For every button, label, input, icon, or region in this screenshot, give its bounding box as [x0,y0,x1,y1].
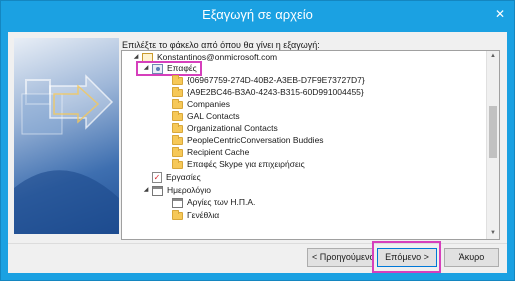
tree-item-birthdays[interactable]: Γενέθλια [172,209,220,221]
next-button-highlight [372,241,441,273]
tree-item-holidays[interactable]: Αργίες των Η.Π.Α. [172,197,255,208]
tree-item-tasks[interactable]: ✓ Εργασίες [152,172,201,184]
folder-icon [172,74,183,85]
calendar-icon [172,197,183,208]
tree-item-label: Εργασίες [166,172,201,182]
instruction-label: Επιλέξτε το φάκελο από όπου θα γίνει η ε… [122,40,320,50]
folder-icon [172,110,183,121]
tree-item-label: Recipient Cache [187,147,250,157]
tree-item-folder[interactable]: GAL Contacts [172,110,240,122]
folder-icon [172,98,183,109]
tree-item-folder[interactable]: PeopleCentricConversation Buddies [172,134,324,146]
tree-item-label: Organizational Contacts [187,123,278,133]
tree-item-label: GAL Contacts [187,111,240,121]
tree-item-label: Επαφές Skype για επιχειρήσεις [187,159,305,169]
wizard-graphic [14,38,119,234]
folder-icon [172,158,183,169]
dialog-body: Επιλέξτε το φάκελο από όπου θα γίνει η ε… [8,32,507,273]
close-icon: ✕ [494,7,506,21]
vertical-scrollbar[interactable]: ▲ ▼ [486,51,499,239]
tree-item-label: Companies [187,99,230,109]
folder-icon [172,209,183,220]
collapse-icon[interactable]: ◢ [142,185,150,196]
selection-highlight [136,61,202,76]
tree-item-folder[interactable]: Επαφές Skype για επιχειρήσεις [172,158,305,170]
scroll-up-icon[interactable]: ▲ [487,51,499,62]
tree-item-label: Ημερολόγιο [167,185,211,195]
tree-item-label: Γενέθλια [187,210,220,220]
export-dialog-window: Εξαγωγή σε αρχείο ✕ Επιλέξτε το φάκελο α… [0,0,515,281]
close-button[interactable]: ✕ [488,4,512,24]
title-bar[interactable]: Εξαγωγή σε αρχείο [1,1,514,32]
tree-item-folder[interactable]: Recipient Cache [172,146,250,158]
tree-item-label: {06967759-274D-40B2-A3EB-D7F9E73727D7} [187,75,365,85]
tree-item-folder[interactable]: {06967759-274D-40B2-A3EB-D7F9E73727D7} [172,74,365,86]
cancel-button[interactable]: Άκυρο [444,248,499,267]
folder-icon [172,146,183,157]
folder-icon [172,122,183,133]
tasks-icon: ✓ [152,172,162,184]
tree-item-folder[interactable]: Companies [172,98,230,110]
scroll-down-icon[interactable]: ▼ [487,228,499,239]
back-button[interactable]: < Προηγούμενο [307,248,373,267]
folder-icon [172,134,183,145]
tree-item-label: {A9E2BC46-B3A0-4243-B315-60D991004455} [187,87,364,97]
tree-item-label: PeopleCentricConversation Buddies [187,135,324,145]
folder-icon [172,86,183,97]
tree-item-folder[interactable]: {A9E2BC46-B3A0-4243-B315-60D991004455} [172,86,364,98]
tree-item-folder[interactable]: Organizational Contacts [172,122,278,134]
scrollbar-thumb[interactable] [489,106,497,158]
folder-tree[interactable]: ◢ Konstantinos@onmicrosoft.com ◢ Επαφές … [121,50,500,240]
wizard-arrows-graphic [14,74,119,234]
calendar-icon [152,185,163,196]
tree-item-label: Αργίες των Η.Π.Α. [187,197,256,207]
window-title: Εξαγωγή σε αρχείο [202,7,313,22]
